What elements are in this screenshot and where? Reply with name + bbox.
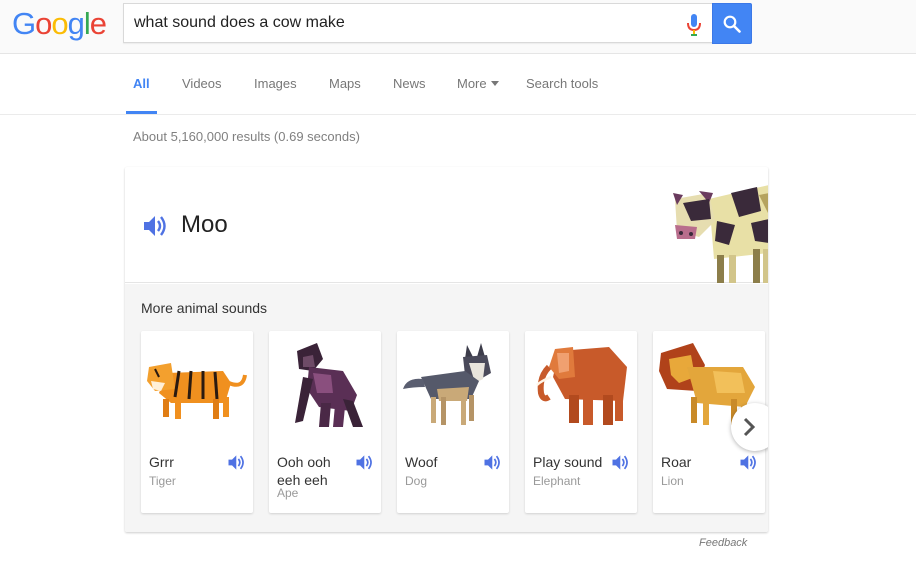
speaker-icon[interactable]: [227, 454, 247, 471]
logo-letter: G: [12, 6, 36, 41]
tab-search-tools[interactable]: Search tools: [526, 76, 598, 91]
animal-name-label: Elephant: [533, 474, 581, 488]
animal-sound-label: Woof: [405, 454, 438, 470]
answer-row: Moo: [125, 167, 768, 283]
tab-all[interactable]: All: [133, 76, 150, 91]
tiger-illustration: [147, 363, 247, 419]
search-tabs: All Videos Images Maps News More Search …: [0, 55, 916, 115]
caret-down-icon: [490, 81, 499, 86]
animal-card-elephant[interactable]: Play sound Elephant: [525, 331, 637, 513]
more-animal-sounds: More animal sounds Grrr Tiger Ooh ooh ee…: [125, 284, 768, 532]
logo-letter: o: [51, 6, 68, 41]
search-input[interactable]: [134, 4, 654, 42]
animal-sound-label: Ooh ooh eeh eeh: [277, 454, 331, 488]
more-sounds-title: More animal sounds: [141, 300, 268, 316]
search-box: [123, 3, 713, 43]
result-stats: About 5,160,000 results (0.69 seconds): [133, 129, 360, 144]
animal-card-dog[interactable]: Woof Dog: [397, 331, 509, 513]
animal-sound-label: Grrr: [149, 454, 174, 470]
google-logo[interactable]: Google: [12, 6, 107, 41]
speaker-icon[interactable]: [739, 454, 759, 471]
microphone-icon[interactable]: [687, 14, 701, 36]
active-tab-indicator: [126, 111, 157, 114]
logo-letter: o: [35, 6, 52, 41]
speaker-icon[interactable]: [355, 454, 375, 471]
speaker-icon[interactable]: [611, 454, 631, 471]
logo-letter: g: [67, 6, 85, 41]
tab-videos[interactable]: Videos: [182, 76, 222, 91]
animal-sound-label: Roar: [661, 454, 692, 470]
animal-name-label: Tiger: [149, 474, 176, 488]
header-bar: Google: [0, 0, 916, 54]
animal-sound-card: Moo More animal sounds Grrr Tiger Ooh oo…: [125, 167, 768, 532]
tab-maps[interactable]: Maps: [329, 76, 361, 91]
feedback-link[interactable]: Feedback: [699, 537, 747, 549]
animal-card-ape[interactable]: Ooh ooh eeh eeh Ape: [269, 331, 381, 513]
cow-illustration: [673, 185, 768, 283]
dog-illustration: [403, 343, 491, 425]
animal-card-tiger[interactable]: Grrr Tiger: [141, 331, 253, 513]
logo-letter: e: [89, 6, 107, 41]
animal-sound-label: Play sound: [533, 454, 603, 470]
speaker-icon[interactable]: [483, 454, 503, 471]
chevron-right-icon: [743, 417, 756, 437]
animal-name-label: Lion: [661, 474, 684, 488]
elephant-illustration: [536, 347, 627, 425]
tab-images[interactable]: Images: [254, 76, 297, 91]
speaker-icon[interactable]: [143, 214, 169, 238]
search-icon: [723, 15, 741, 33]
tab-more[interactable]: More: [457, 76, 499, 91]
animal-name-label: Dog: [405, 474, 428, 488]
answer-sound: Moo: [181, 211, 228, 238]
gorilla-illustration: [295, 343, 363, 427]
animal-name-label: Ape: [277, 486, 299, 500]
tab-more-label: More: [457, 76, 487, 91]
tab-news[interactable]: News: [393, 76, 426, 91]
search-button[interactable]: [712, 3, 752, 44]
